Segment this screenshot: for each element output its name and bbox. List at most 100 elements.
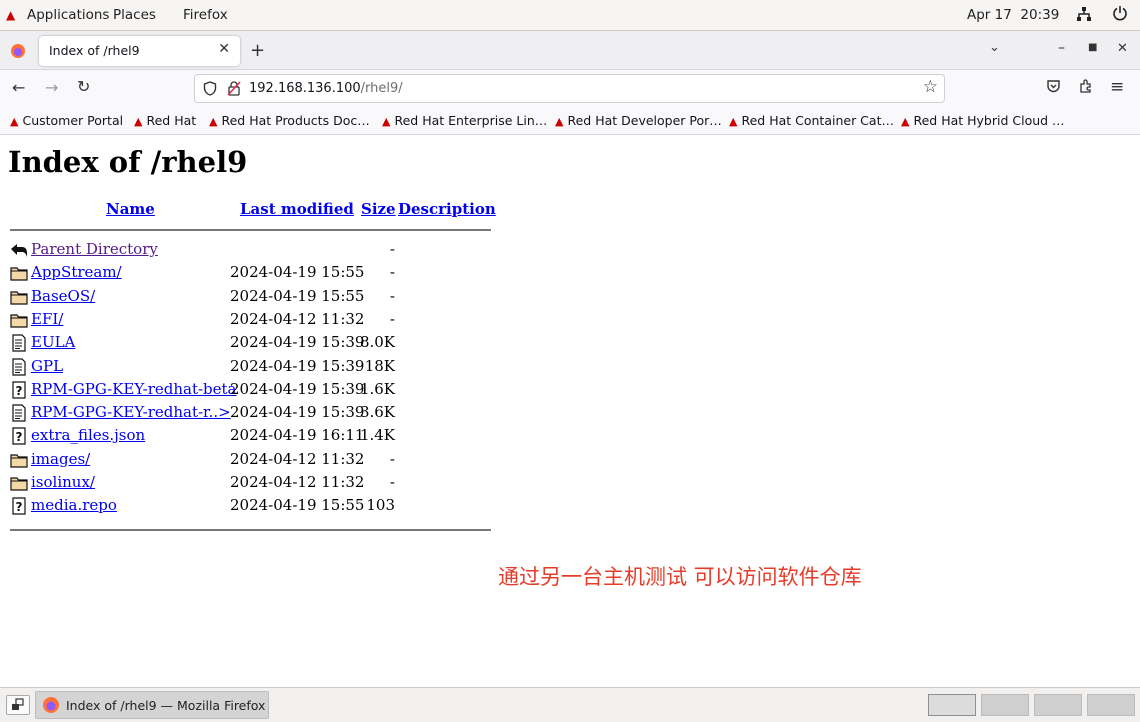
file-link[interactable]: GPL <box>31 357 63 375</box>
taskbar-window-title: Index of /rhel9 — Mozilla Firefox <box>66 698 266 713</box>
file-link[interactable]: RPM-GPG-KEY-redhat-r..> <box>31 403 231 421</box>
tab-title: Index of /rhel9 <box>49 43 140 58</box>
size-cell: 3.6K <box>359 403 395 422</box>
menu-hamburger-icon[interactable]: ≡ <box>1110 77 1124 97</box>
file-link[interactable]: AppStream/ <box>31 263 122 281</box>
back-icon <box>10 241 28 259</box>
page-content: Index of /rhel9 Name Last modified Size … <box>0 135 1140 687</box>
bookmark-label: Red Hat Hybrid Cloud … <box>913 113 1065 128</box>
window-list-taskbar: Index of /rhel9 — Mozilla Firefox <box>0 687 1140 722</box>
unknown-file-icon: ? <box>10 381 28 399</box>
column-header-name[interactable]: Name <box>106 200 155 218</box>
header-divider <box>10 229 491 231</box>
size-cell: - <box>389 309 395 328</box>
workspace-1[interactable] <box>928 694 976 716</box>
navigation-toolbar: ← → ↻ 192.168.136.100/rhel9/ ☆ ≡ <box>0 70 1140 107</box>
redhat-hat-icon: ▲ <box>901 115 910 128</box>
reload-icon[interactable]: ↻ <box>77 77 90 96</box>
folder-icon <box>10 288 28 306</box>
forward-arrow-icon[interactable]: → <box>45 78 58 97</box>
text-file-icon <box>10 404 28 422</box>
bookmark-label: Customer Portal <box>22 113 124 128</box>
bookmarks-toolbar: ▲ Customer Portal ▲ Red Hat ▲ Red Hat Produ… <box>0 107 1140 135</box>
file-link[interactable]: RPM-GPG-KEY-redhat-beta <box>31 380 237 398</box>
firefox-logo-icon <box>42 696 60 718</box>
file-link[interactable]: images/ <box>31 450 90 468</box>
insecure-lock-icon[interactable] <box>227 80 241 100</box>
url-text: 192.168.136.100/rhel9/ <box>249 81 403 96</box>
size-cell: 18K <box>364 356 395 375</box>
minimize-icon[interactable]: – <box>1058 40 1065 56</box>
redhat-hat-icon: ▲ <box>729 115 738 128</box>
system-top-bar: ▲ Applications Places Firefox Apr 17 20:… <box>0 0 1140 31</box>
file-link[interactable]: EULA <box>31 333 75 351</box>
file-link[interactable]: Parent Directory <box>31 240 158 258</box>
firefox-view-icon[interactable] <box>10 43 26 63</box>
file-link[interactable]: extra_files.json <box>31 426 145 444</box>
workspace-2[interactable] <box>981 694 1029 716</box>
show-desktop-icon[interactable] <box>6 695 30 715</box>
bookmark-star-icon[interactable]: ☆ <box>923 77 938 97</box>
address-bar[interactable]: 192.168.136.100/rhel9/ ☆ <box>194 74 945 103</box>
bookmark-container-catalog[interactable]: ▲ Red Hat Container Cat… <box>729 113 894 128</box>
maximize-icon[interactable]: ■ <box>1088 42 1097 53</box>
bookmark-label: Red Hat Products Doc… <box>221 113 370 128</box>
clock[interactable]: Apr 17 20:39 <box>967 7 1059 23</box>
firefox-app-menu[interactable]: Firefox <box>183 7 228 23</box>
redhat-hat-icon: ▲ <box>10 115 19 128</box>
bookmark-hybrid-cloud[interactable]: ▲ Red Hat Hybrid Cloud … <box>901 113 1065 128</box>
list-tabs-chevron-down-icon[interactable]: ⌄ <box>989 40 1000 55</box>
text-file-icon <box>10 357 28 376</box>
workspace-4[interactable] <box>1087 694 1135 716</box>
size-cell: - <box>389 473 395 491</box>
places-menu[interactable]: Places <box>113 7 156 23</box>
file-link[interactable]: BaseOS/ <box>31 287 95 305</box>
bookmark-red-hat[interactable]: ▲ Red Hat <box>134 113 196 128</box>
extensions-icon[interactable] <box>1078 78 1094 98</box>
bookmark-products-doc[interactable]: ▲ Red Hat Products Doc… <box>209 113 370 128</box>
unknown-file-icon: ? <box>10 427 28 445</box>
unknown-file-icon: ? <box>10 497 28 515</box>
url-path: /rhel9/ <box>360 81 403 96</box>
shield-icon[interactable] <box>203 81 217 100</box>
power-icon[interactable] <box>1112 5 1128 25</box>
column-header-description[interactable]: Description <box>398 200 496 218</box>
redhat-hat-icon: ▲ <box>382 115 391 128</box>
redhat-hat-icon: ▲ <box>209 115 218 128</box>
redhat-hat-icon: ▲ <box>134 115 143 128</box>
column-header-last-modified[interactable]: Last modified <box>240 200 354 218</box>
close-window-icon[interactable]: ✕ <box>1117 41 1128 56</box>
text-file-icon <box>10 334 28 352</box>
size-cell: 1.4K <box>359 426 395 445</box>
svg-text:?: ? <box>16 430 23 444</box>
size-cell: - <box>389 240 395 258</box>
annotation-text: 通过另一台主机测试 可以访问软件仓库 <box>498 565 862 589</box>
redhat-logo-icon: ▲ <box>6 8 16 22</box>
bookmark-customer-portal[interactable]: ▲ Customer Portal <box>10 113 123 128</box>
folder-icon <box>10 451 28 469</box>
size-cell: 103 <box>366 496 395 515</box>
pocket-icon[interactable] <box>1046 79 1061 98</box>
tab-bar: Index of /rhel9 ✕ + ⌄ – ■ ✕ <box>0 31 1140 70</box>
tab-index-rhel9[interactable]: Index of /rhel9 ✕ <box>39 36 240 66</box>
network-icon[interactable] <box>1076 6 1092 26</box>
svg-text:?: ? <box>16 500 23 514</box>
bookmark-label: Red Hat <box>146 113 197 128</box>
file-link[interactable]: EFI/ <box>31 310 63 328</box>
taskbar-firefox-window[interactable]: Index of /rhel9 — Mozilla Firefox <box>35 691 269 719</box>
bookmark-enterprise-linux[interactable]: ▲ Red Hat Enterprise Lin… <box>382 113 547 128</box>
back-arrow-icon[interactable]: ← <box>12 78 25 97</box>
size-cell: - <box>389 286 395 305</box>
bookmark-label: Red Hat Container Cat… <box>741 113 894 128</box>
applications-menu[interactable]: Applications <box>27 7 109 23</box>
page-title: Index of /rhel9 <box>8 145 248 179</box>
folder-icon <box>10 311 28 329</box>
new-tab-icon[interactable]: + <box>250 40 265 61</box>
column-header-size[interactable]: Size <box>361 200 396 218</box>
workspace-3[interactable] <box>1034 694 1082 716</box>
folder-icon <box>10 264 28 282</box>
bookmark-developer-portal[interactable]: ▲ Red Hat Developer Por… <box>555 113 722 128</box>
file-link[interactable]: isolinux/ <box>31 473 95 491</box>
close-tab-icon[interactable]: ✕ <box>218 41 230 57</box>
file-link[interactable]: media.repo <box>31 496 117 514</box>
